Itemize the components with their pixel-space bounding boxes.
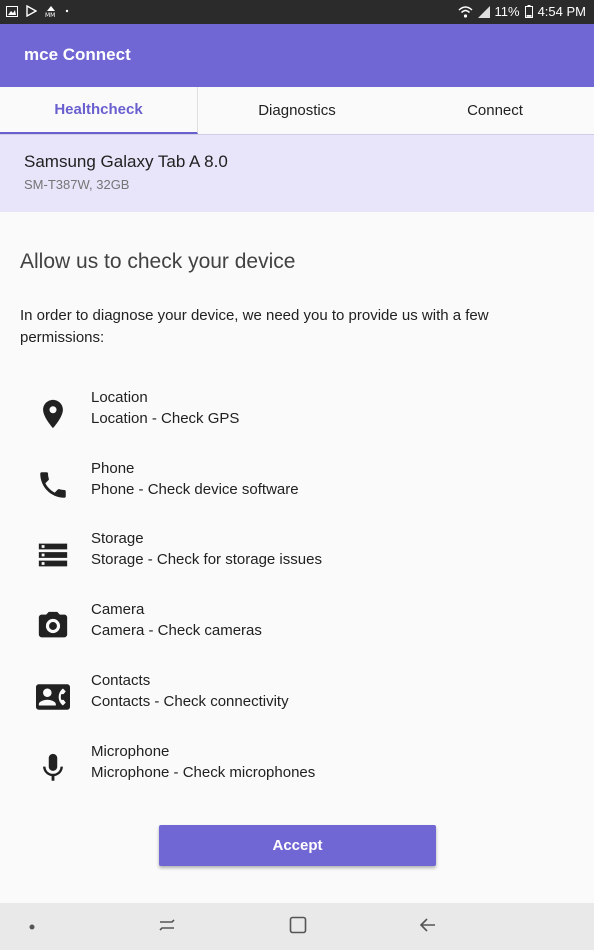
permission-description: Phone - Check device software	[91, 481, 299, 498]
accept-button[interactable]: Accept	[159, 825, 436, 866]
permission-item-phone: Phone Phone - Check device software	[0, 460, 594, 510]
permission-item-contacts: Contacts Contacts - Check connectivity	[0, 672, 594, 722]
svg-text:MM: MM	[45, 12, 55, 17]
permission-item-storage: Storage Storage - Check for storage issu…	[0, 530, 594, 580]
permission-description: Storage - Check for storage issues	[91, 551, 322, 568]
battery-percent: 11%	[494, 4, 520, 19]
permission-description: Camera - Check cameras	[91, 622, 262, 639]
image-icon	[6, 5, 18, 17]
tab-bar: Healthcheck Diagnostics Connect	[0, 87, 594, 135]
permission-description: Microphone - Check microphones	[91, 764, 316, 781]
play-store-icon	[26, 5, 37, 17]
permission-title: Location	[91, 389, 148, 406]
app-bar: mce Connect	[0, 24, 594, 87]
permission-description: Location - Check GPS	[91, 410, 240, 427]
permission-title: Storage	[91, 530, 144, 547]
location-icon	[43, 399, 63, 429]
device-name: Samsung Galaxy Tab A 8.0	[24, 152, 228, 171]
tab-connect[interactable]: Connect	[396, 87, 594, 134]
page-heading: Allow us to check your device	[20, 250, 296, 273]
dot-icon[interactable]	[28, 923, 36, 931]
camera-icon	[38, 611, 68, 638]
permission-title: Phone	[91, 460, 135, 477]
device-details: SM-T387W, 32GB	[24, 177, 130, 192]
dot-icon	[65, 9, 69, 13]
clock: 4:54 PM	[537, 4, 586, 19]
contacts-icon	[36, 684, 70, 710]
back-icon[interactable]	[418, 915, 438, 935]
permission-item-microphone: Microphone Microphone - Check microphone…	[0, 743, 594, 793]
device-card: Samsung Galaxy Tab A 8.0 SM-T387W, 32GB	[0, 135, 594, 212]
tab-diagnostics[interactable]: Diagnostics	[198, 87, 396, 134]
microphone-icon	[43, 753, 63, 781]
battery-icon	[524, 5, 533, 18]
permission-title: Microphone	[91, 743, 170, 760]
recents-icon[interactable]	[157, 915, 177, 935]
permission-title: Camera	[91, 601, 145, 618]
storage-icon	[38, 543, 68, 567]
home-icon[interactable]	[288, 915, 308, 935]
permission-description: Contacts - Check connectivity	[91, 693, 289, 710]
mm-icon: MM	[45, 6, 55, 17]
permission-item-location: Location Location - Check GPS	[0, 389, 594, 439]
status-bar: MM 11% 4:54 PM	[0, 0, 594, 24]
notification-icons: MM	[6, 5, 69, 17]
intro-text: In order to diagnose your device, we nee…	[20, 307, 489, 346]
tab-healthcheck[interactable]: Healthcheck	[0, 87, 198, 134]
wifi-icon	[458, 5, 473, 18]
phone-icon	[40, 472, 66, 498]
signal-icon	[477, 5, 490, 18]
permission-item-camera: Camera Camera - Check cameras	[0, 601, 594, 651]
app-title: mce Connect	[24, 45, 131, 64]
permission-title: Contacts	[91, 672, 151, 689]
system-nav-bar	[0, 903, 594, 950]
